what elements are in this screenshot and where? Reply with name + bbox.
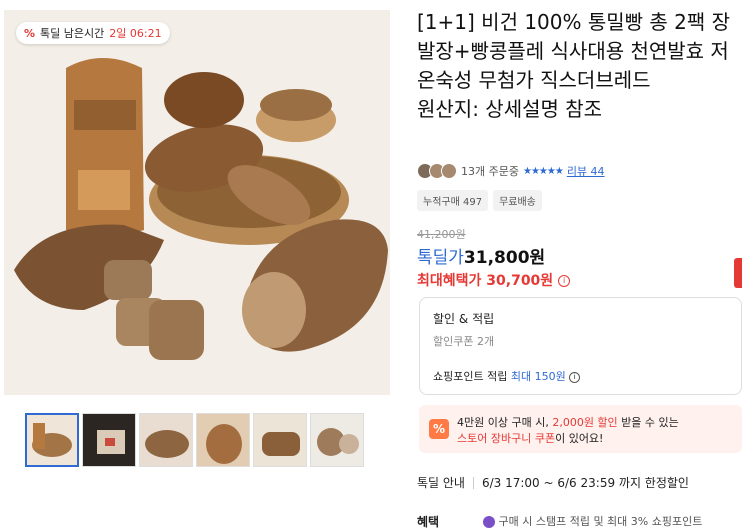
review-link[interactable]: 리뷰 44: [567, 163, 605, 179]
deal-info-label: 톡딜 안내: [417, 476, 465, 490]
timer-value: 2일 06:21: [109, 27, 162, 40]
orders-count: 13개 주문중: [461, 165, 519, 178]
info-circle-icon[interactable]: i: [569, 371, 581, 383]
points-label: 쇼핑포인트 적립: [433, 370, 508, 383]
coupon-count[interactable]: 할인쿠폰 2개: [433, 333, 494, 349]
percent-coupon-icon: %: [429, 419, 449, 439]
product-info-panel: [1+1] 비건 100% 통밀빵 총 2팩 장발장+빵콩플레 식사대용 천연발…: [417, 0, 742, 529]
thumbnail-3[interactable]: [139, 413, 193, 467]
coupon-amount: 2,000원 할인: [552, 416, 618, 429]
coupon-line-2: 스토어 장바구니 쿠폰이 있어요!: [457, 430, 603, 446]
coupon-line-1: 4만원 이상 구매 시, 2,000원 할인 받을 수 있는: [457, 414, 679, 430]
discount-heading: 할인 & 적립: [433, 312, 495, 326]
cart-coupon-banner[interactable]: % 4만원 이상 구매 시, 2,000원 할인 받을 수 있는 스토어 장바구…: [419, 405, 742, 453]
thumbnail-1[interactable]: [25, 413, 79, 467]
deal-price: 31,800원: [463, 248, 546, 268]
benefit-row: 구매 시 스탬프 적립 및 최대 3% 쇼핑포인트: [483, 513, 702, 529]
product-title: [1+1] 비건 100% 통밀빵 총 2팩 장발장+빵콩플레 식사대용 천연발…: [417, 8, 737, 124]
badge-row: 누적구매 497 무료배송: [417, 190, 542, 211]
coupon-condition: 4만원 이상 구매 시,: [457, 416, 549, 429]
cumulative-purchase-badge: 누적구매 497: [417, 190, 489, 211]
deal-period: 6/3 17:00 ~ 6/6 23:59 까지 한정할인: [481, 476, 689, 490]
free-shipping-badge: 무료배송: [493, 190, 542, 211]
thumbnail-4[interactable]: [196, 413, 250, 467]
buyer-avatars: [417, 163, 457, 179]
product-name: [1+1] 비건 100% 통밀빵 총 2팩 장발장+빵콩플레 식사대용 천연발…: [417, 10, 731, 92]
max-benefit-text: 최대혜택가 30,700원: [417, 273, 554, 289]
main-product-image[interactable]: % 톡딜 남은시간 2일 06:21: [4, 10, 390, 395]
benefit-label: 혜택: [417, 515, 440, 529]
thumb-image-1: [27, 415, 77, 465]
coupon-type: 스토어 장바구니 쿠폰: [457, 432, 556, 445]
coupon-suffix: 받을 수 있는: [621, 416, 679, 429]
product-gallery: % 톡딜 남은시간 2일 06:21: [0, 0, 400, 529]
thumb-image-4: [197, 414, 249, 466]
thumb-image-2: [83, 414, 135, 466]
deal-price-label: 톡딜가: [417, 248, 464, 268]
thumb-image-3: [140, 414, 192, 466]
thumb-image-6: [311, 414, 363, 466]
bread-illustration: [4, 10, 390, 395]
order-review-row: 13개 주문중 ★★★★★ 리뷰 44: [417, 163, 605, 179]
rating-stars-icon: ★★★★★: [522, 165, 564, 177]
point-icon: [483, 516, 495, 528]
deal-timer-badge: % 톡딜 남은시간 2일 06:21: [16, 22, 170, 44]
points-value: 최대 150원: [510, 370, 566, 383]
deal-price-row: 톡딜가31,800원: [417, 243, 545, 268]
product-origin: 원산지: 상세설명 참조: [417, 97, 603, 121]
coupon-notice: 이 있어요!: [555, 432, 604, 445]
discount-points-box: 할인 & 적립 할인쿠폰 2개 쇼핑포인트 적립 최대 150원 i: [419, 297, 742, 395]
percent-tag-icon: %: [24, 26, 36, 40]
thumbnail-strip: [25, 413, 364, 467]
points-row: 쇼핑포인트 적립 최대 150원 i: [433, 368, 581, 384]
original-price: 41,200원: [417, 228, 466, 241]
side-floating-button[interactable]: [734, 258, 742, 288]
max-benefit-price: 최대혜택가 30,700원 i: [417, 270, 571, 290]
thumb-image-5: [254, 414, 306, 466]
info-circle-icon[interactable]: i: [558, 275, 571, 287]
timer-label: 톡딜 남은시간: [40, 27, 105, 40]
divider: [472, 476, 474, 489]
benefit-text: 구매 시 스탬프 적립 및 최대 3% 쇼핑포인트: [498, 515, 703, 528]
deal-info-row: 톡딜 안내 6/3 17:00 ~ 6/6 23:59 까지 한정할인: [417, 474, 689, 491]
thumbnail-2[interactable]: [82, 413, 136, 467]
thumbnail-6[interactable]: [310, 413, 364, 467]
thumbnail-5[interactable]: [253, 413, 307, 467]
